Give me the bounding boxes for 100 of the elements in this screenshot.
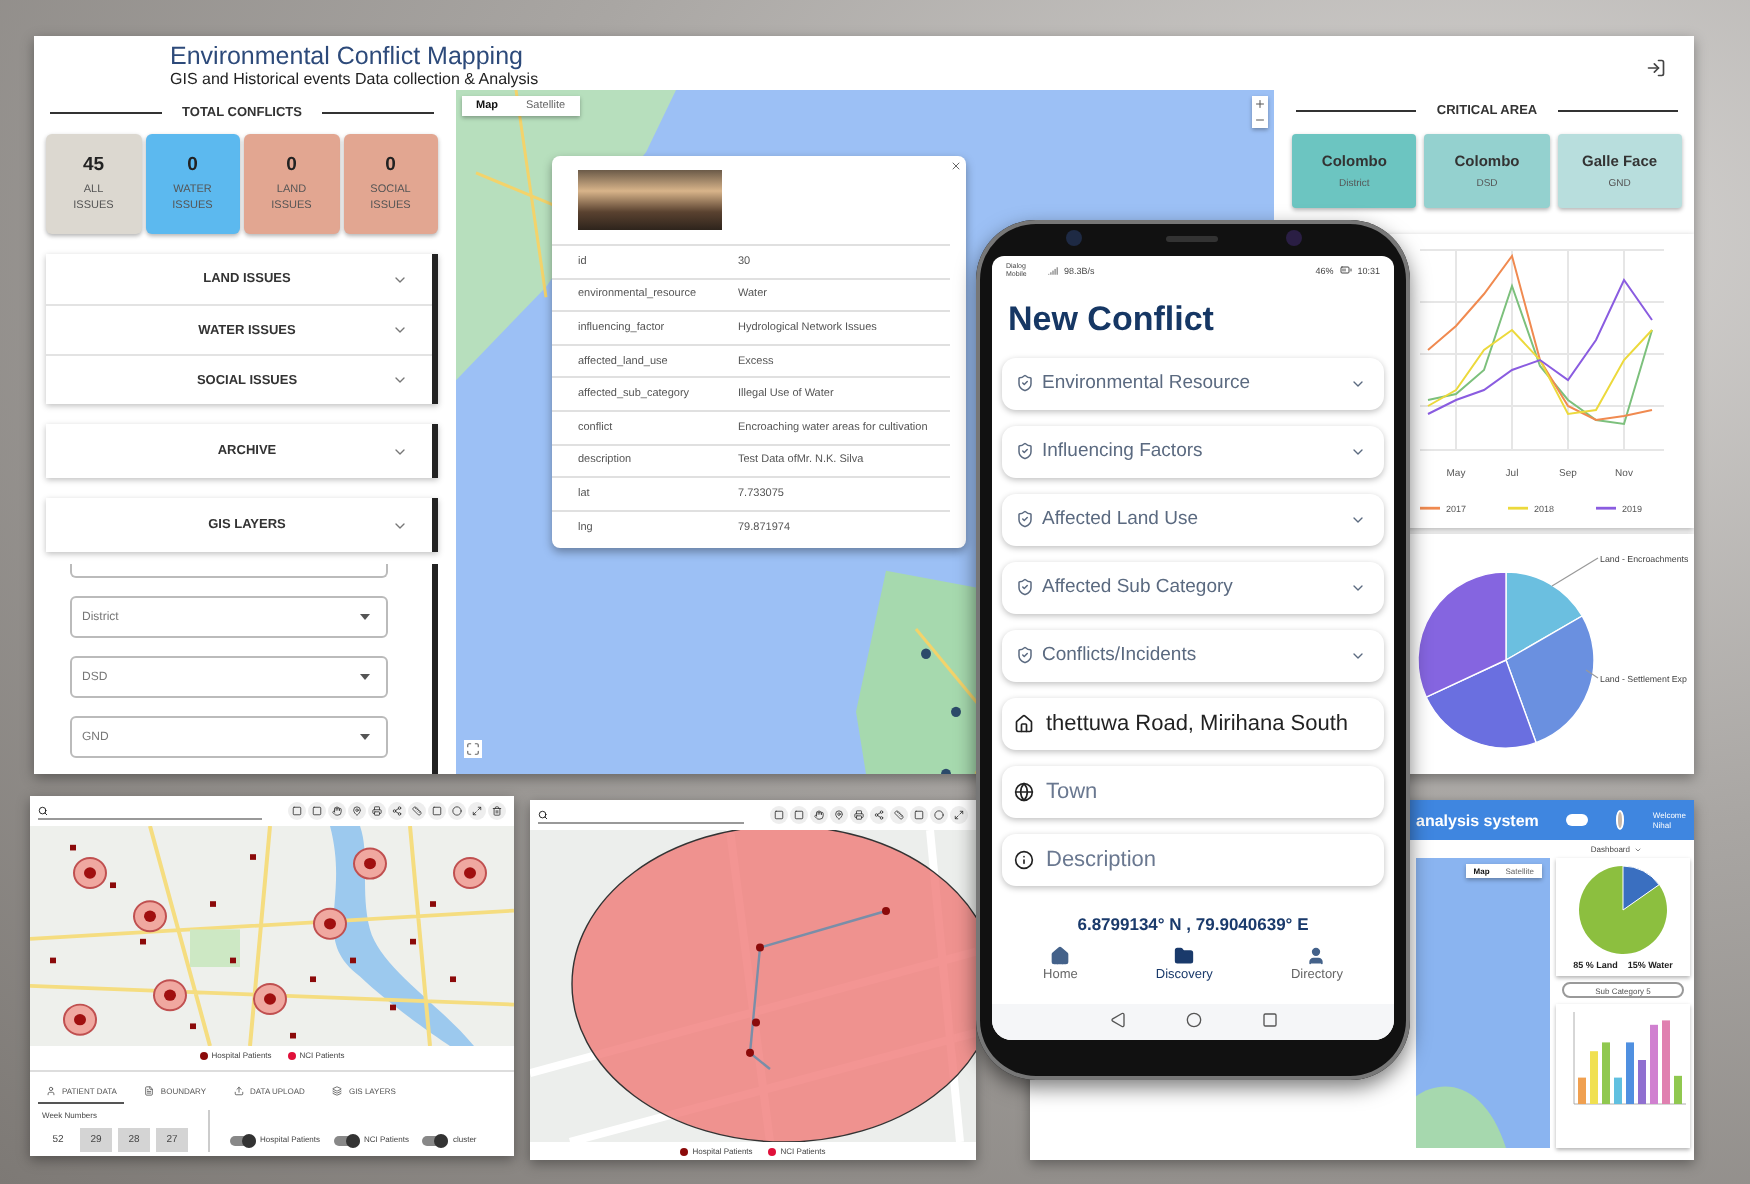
trash-icon (492, 806, 502, 816)
dropdown[interactable]: Affected Sub Category (1002, 562, 1384, 613)
upload-icon (234, 1086, 245, 1096)
square-icon (1261, 1012, 1277, 1028)
chevron-icon (392, 372, 408, 388)
circle-icon (934, 810, 944, 820)
town-field[interactable]: Town (1002, 766, 1384, 817)
search-field[interactable] (38, 802, 262, 820)
toolbar-button[interactable] (830, 806, 848, 824)
square-icon (794, 810, 804, 820)
chart-bar (1601, 1042, 1609, 1104)
address-field[interactable]: thettuwa Road, Mirihana South (1002, 698, 1384, 749)
toolbar-button[interactable] (368, 802, 386, 820)
home-button[interactable] (1185, 1012, 1201, 1028)
toolbar-button[interactable] (890, 806, 908, 824)
avatar (1616, 810, 1625, 830)
expand-icon (954, 810, 964, 820)
toggle-switch[interactable] (422, 1135, 449, 1145)
ruler-icon (412, 806, 422, 816)
toolbar-button[interactable] (850, 806, 868, 824)
user-icon (1306, 945, 1327, 965)
search-field[interactable] (1566, 814, 1589, 826)
description-field[interactable]: Description (1002, 834, 1384, 885)
expand-icon (472, 806, 482, 816)
toolbar-button[interactable] (448, 802, 466, 820)
dropdown[interactable]: Influencing Factors (1002, 426, 1384, 477)
globe-icon (1014, 781, 1034, 802)
folder-plus-icon (1174, 945, 1195, 965)
close-button[interactable] (950, 160, 962, 172)
toolbar-button[interactable] (770, 806, 788, 824)
fullscreen-button[interactable] (464, 740, 482, 758)
ruler-icon (894, 810, 904, 820)
back-button[interactable] (1109, 1012, 1125, 1028)
document-icon (144, 1086, 155, 1096)
user-icon (46, 1086, 56, 1096)
chart-bar (1661, 1020, 1669, 1104)
app-subtitle: GIS and Historical events Data collection & Analysis (170, 70, 539, 88)
info-icon (1014, 849, 1034, 870)
text-input[interactable]: thettuwa Road, Mirihana South (1046, 711, 1376, 736)
signal-icon (1048, 265, 1058, 275)
recents-button[interactable] (1261, 1012, 1277, 1028)
toolbar-button[interactable] (488, 802, 506, 820)
fullscreen-icon (466, 742, 480, 756)
chart-bar (1625, 1042, 1633, 1104)
toolbar-button[interactable] (950, 806, 968, 824)
hand-icon (332, 806, 342, 816)
shield-check-icon (1016, 374, 1034, 393)
toolbar-button[interactable] (328, 802, 346, 820)
zoom-out-button[interactable] (1252, 112, 1268, 128)
share-icon (392, 806, 402, 816)
screen-title: New Conflict (1008, 300, 1216, 340)
square-icon (292, 806, 302, 816)
toolbar-button[interactable] (910, 806, 928, 824)
dropdown[interactable]: Affected Land Use (1002, 494, 1384, 545)
stat-count: 0 (187, 154, 198, 176)
printer-icon (372, 806, 382, 816)
chart-bar (1673, 1075, 1681, 1104)
shield-check-icon (1016, 510, 1034, 529)
shield-check-icon (1016, 442, 1034, 461)
dropdown-arrow-icon (360, 674, 370, 680)
circle-icon (1185, 1012, 1201, 1028)
text-input[interactable]: Town (1046, 779, 1376, 804)
leader-line (1551, 557, 1599, 587)
leader-line (1585, 669, 1599, 679)
select-field[interactable] (70, 564, 388, 578)
square-icon (774, 810, 784, 820)
logout-button[interactable] (1646, 58, 1666, 78)
search-field[interactable] (538, 806, 744, 824)
toolbar-button[interactable] (930, 806, 948, 824)
toolbar-button[interactable] (468, 802, 486, 820)
plus-icon (1254, 98, 1266, 110)
app-title: analysis system (1416, 811, 1539, 829)
toolbar-button[interactable] (428, 802, 446, 820)
zoom-in-button[interactable] (1252, 96, 1268, 112)
text-input[interactable]: Description (1046, 847, 1376, 872)
stat-count: 0 (286, 154, 297, 176)
pie-slice (1417, 571, 1507, 698)
toolbar-button[interactable] (790, 806, 808, 824)
pin-icon (352, 806, 362, 816)
chart-bar (1649, 1024, 1657, 1104)
dropdown[interactable]: Environmental Resource (1002, 358, 1384, 409)
toolbar-button[interactable] (408, 802, 426, 820)
speaker-grille (1166, 236, 1218, 242)
triangle-icon (1109, 1012, 1125, 1028)
coordinates-text: 6.8799134° N , 79.9040639° E (1075, 913, 1311, 933)
search-icon (538, 809, 548, 819)
toolbar-button[interactable] (870, 806, 888, 824)
square-icon (432, 806, 442, 816)
dropdown[interactable]: Conflicts/Incidents (1002, 630, 1384, 681)
toolbar-button[interactable] (288, 802, 306, 820)
toolbar-button[interactable] (388, 802, 406, 820)
logout-icon (1646, 58, 1666, 78)
toolbar-button[interactable] (810, 806, 828, 824)
toggle-switch[interactable] (230, 1135, 256, 1145)
toggle-switch[interactable] (334, 1135, 361, 1145)
app-title: Environmental Conflict Mapping (170, 42, 525, 70)
hand-icon (814, 810, 824, 820)
chart-bar (1637, 1060, 1645, 1104)
toolbar-button[interactable] (308, 802, 326, 820)
toolbar-button[interactable] (348, 802, 366, 820)
